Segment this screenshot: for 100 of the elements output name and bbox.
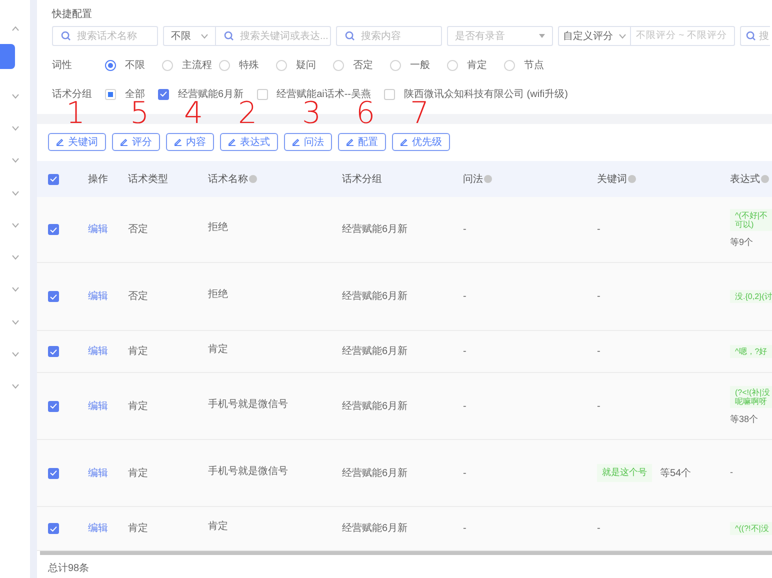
table-cell: - [463,291,466,302]
checkbox[interactable] [48,346,59,357]
expression-tag: ^((?!不|没 [730,522,772,535]
table-cell: 经营赋能6月新 [342,224,408,235]
select-value: 自定义评分 [563,30,613,44]
chevron-down-icon[interactable] [12,384,18,390]
checkbox[interactable] [105,88,116,100]
checkbox[interactable] [48,523,59,534]
table-cell: 手机号就是微信号 [208,466,288,476]
pencil-icon [56,138,64,146]
edit-button[interactable]: 关键词 [48,133,106,151]
column-header: 话术类型 [128,172,168,186]
column-header: 关键词 [597,172,636,186]
table-cell: - [463,346,466,357]
search-placeholder: 搜索话术名称 [77,30,137,44]
chevron-down-icon[interactable] [12,126,18,131]
radio-option[interactable]: 特殊 [219,58,276,72]
pencil-icon [228,138,236,146]
chevron-up-icon[interactable] [12,26,18,30]
search-field[interactable]: 搜索关键词或表达... [216,26,331,46]
search-icon [224,31,234,41]
radio-option[interactable]: 一般 [390,58,447,72]
edit-button[interactable]: 内容 [166,133,214,151]
count-text: - [597,223,600,237]
edit-button[interactable]: 评分 [112,133,160,151]
table-cell: 肯定 [128,400,148,412]
chevron-down-icon[interactable] [12,158,18,164]
expression-tag: ^嗯，?好 [730,345,772,358]
edit-link[interactable]: 编辑 [88,291,108,302]
table-cell: 经营赋能6月新 [342,523,408,534]
checkbox[interactable] [48,400,59,412]
edit-link[interactable]: 编辑 [88,346,108,357]
edit-button[interactable]: 问法 [284,133,332,151]
edit-button[interactable]: 配置 [338,133,386,151]
edit-link[interactable]: 编辑 [88,523,108,534]
radio-option[interactable]: 主流程 [162,58,219,72]
radio-option[interactable]: 否定 [333,58,390,72]
table-cell: 肯定 [128,468,148,478]
search-field[interactable]: 搜 [740,26,770,46]
table-cell: 拒绝 [208,222,228,233]
pencil-icon [400,138,408,146]
edit-link[interactable]: 编辑 [88,400,108,412]
expression-tag: 没.{0,2}(讨 [730,290,772,303]
chevron-down-icon[interactable] [12,352,18,358]
checkbox[interactable] [158,88,169,100]
edit-link[interactable]: 编辑 [88,468,108,478]
radio-option[interactable]: 不限 [105,58,162,72]
search-placeholder: 搜索关键词或表达... [240,30,328,44]
caret-down-icon [539,34,545,38]
sidebar-item[interactable] [0,44,15,69]
help-icon [628,175,636,183]
table-cell: 肯定 [128,523,148,534]
chevron-down-icon[interactable] [12,320,18,325]
chevron-down-icon[interactable] [619,34,626,38]
chevron-down-icon[interactable] [12,255,18,260]
search-placeholder: 搜 [759,30,769,44]
table-cell: - [463,224,466,235]
help-icon [761,175,769,183]
radio-option[interactable]: 节点 [504,58,561,72]
edit-button[interactable]: 优先级 [392,133,450,151]
edit-link[interactable]: 编辑 [88,224,108,235]
chevron-down-icon[interactable] [12,190,18,196]
column-header: 表达式 [730,172,769,186]
pencil-icon [120,138,128,146]
table-cell: 肯定 [128,346,148,357]
table-cell: 否定 [128,291,148,302]
count-text: - [597,290,600,304]
search-field[interactable]: 搜索话术名称 [52,26,158,46]
expression-tag: (?<!(补|没 呢嘛啊呀 [730,386,772,408]
search-icon [345,31,355,41]
score-select[interactable]: 自定义评分 [558,26,631,46]
column-header: 操作 [88,172,108,186]
checkbox[interactable] [48,291,59,302]
table-cell: 肯定 [208,521,228,532]
section-title: 快捷配置 [52,9,92,20]
table-cell: - [463,400,466,412]
checkbox[interactable] [48,174,59,184]
pencil-icon [292,138,300,146]
checkbox[interactable] [48,468,59,478]
chevron-down-icon[interactable] [12,287,18,292]
table-cell: 经营赋能6月新 [342,400,408,412]
chevron-down-icon[interactable] [201,34,208,38]
count-text: - [730,466,733,480]
checkbox[interactable] [48,224,59,235]
type-select[interactable]: 不限 [163,26,216,46]
radio-option[interactable]: 疑问 [276,58,333,72]
radio-option[interactable]: 肯定 [447,58,504,72]
column-header: 话术名称 [208,172,257,186]
search-field[interactable]: 搜索内容 [336,26,442,46]
count-text: 等9个 [730,236,754,250]
table-cell: 手机号就是微信号 [208,398,288,410]
checkbox[interactable] [384,88,396,100]
checkbox[interactable] [256,88,268,100]
table-cell: 经营赋能6月新 [342,291,408,302]
recording-select[interactable]: 是否有录音 [447,26,553,46]
scrollbar[interactable] [40,551,772,555]
expression-tag: ^(不好|不 可以) [730,209,772,232]
chevron-down-icon[interactable] [12,94,18,99]
chevron-down-icon[interactable] [12,222,18,228]
edit-button[interactable]: 表达式 [220,133,278,151]
